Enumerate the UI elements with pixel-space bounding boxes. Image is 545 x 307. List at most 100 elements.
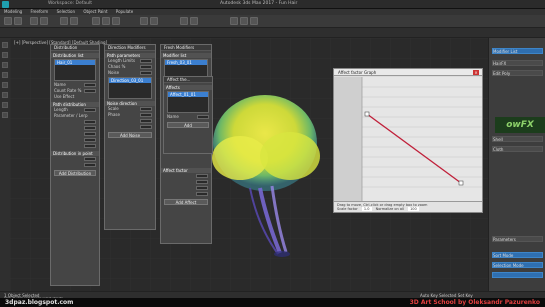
render-icon[interactable] xyxy=(250,17,258,25)
parameters-label: Parameters xyxy=(493,237,516,242)
panel-title[interactable]: Direction Modifiers xyxy=(105,45,155,51)
mirror-icon[interactable] xyxy=(180,17,188,25)
tool-icon[interactable] xyxy=(2,92,8,98)
param-field[interactable] xyxy=(84,126,96,130)
count-label: Count Rate % xyxy=(54,88,82,93)
param-row xyxy=(161,191,211,197)
name-field[interactable] xyxy=(84,83,96,87)
material-editor-icon[interactable] xyxy=(230,17,238,25)
app-logo-icon[interactable] xyxy=(2,1,9,8)
param-field[interactable] xyxy=(196,174,208,178)
tool-icon[interactable] xyxy=(2,42,8,48)
param-field[interactable] xyxy=(140,125,152,129)
param-field[interactable] xyxy=(84,132,96,136)
modifier-stack-label: HairFX xyxy=(493,61,507,66)
graph-title: Affect factor Graph xyxy=(338,70,377,75)
param-field[interactable] xyxy=(84,138,96,142)
noise-row: Noise xyxy=(105,70,155,76)
title-bar: Autodesk 3ds Max 2017 - Fun Hair Workspa… xyxy=(0,0,545,9)
section-header[interactable]: Modifier list xyxy=(161,53,211,58)
param-field[interactable] xyxy=(196,186,208,190)
scale-field[interactable] xyxy=(140,107,152,111)
panel-title[interactable]: Distribution xyxy=(51,45,99,51)
noise-field[interactable] xyxy=(140,71,152,75)
scale-factor-value[interactable]: 1.0 xyxy=(361,207,372,211)
add-noise-button[interactable]: Add Noise xyxy=(108,132,152,138)
curve-end-handle[interactable] xyxy=(458,180,464,186)
snap-icon[interactable] xyxy=(140,17,148,25)
workspace-label[interactable]: Workspace: Default xyxy=(48,1,92,6)
modifier-stack-label: Shell xyxy=(493,137,503,142)
phase-field[interactable] xyxy=(140,113,152,117)
graph-titlebar[interactable]: Affect factor Graph × xyxy=(334,69,482,76)
param-field[interactable] xyxy=(84,163,96,167)
affect-list[interactable]: Affect_01_01 xyxy=(167,91,209,113)
graph-footer: Drag to move, Ctrl-click or drag empty b… xyxy=(334,201,482,212)
select-region-icon[interactable] xyxy=(70,17,78,25)
param-field[interactable] xyxy=(84,120,96,124)
direction-list[interactable]: Direction_03_01 xyxy=(108,77,152,99)
param-row xyxy=(51,162,99,168)
panel-title[interactable]: Affect the... xyxy=(164,77,212,83)
chaos-field[interactable] xyxy=(140,65,152,69)
render-setup-icon[interactable] xyxy=(240,17,248,25)
name-field[interactable] xyxy=(197,115,209,119)
command-panel: Modifier List HairFX Edit Poly Shell Clo… xyxy=(488,38,545,291)
close-icon[interactable]: × xyxy=(473,70,479,75)
move-icon[interactable] xyxy=(92,17,100,25)
align-icon[interactable] xyxy=(190,17,198,25)
school-credit: 3D Art School by Oleksandr Pazurenko xyxy=(409,299,540,306)
param-field[interactable] xyxy=(196,192,208,196)
scale-factor-label: Scale factor xyxy=(337,207,358,211)
noise-label: Noise xyxy=(108,70,120,75)
link-icon[interactable] xyxy=(30,17,38,25)
length-field[interactable] xyxy=(140,59,152,63)
redo-icon[interactable] xyxy=(14,17,22,25)
param-field[interactable] xyxy=(196,180,208,184)
param-field[interactable] xyxy=(84,144,96,148)
select-icon[interactable] xyxy=(60,17,68,25)
param-field[interactable] xyxy=(140,119,152,123)
add-button[interactable]: Add xyxy=(167,122,209,128)
scale-icon[interactable] xyxy=(112,17,120,25)
modifier-stack-label: Cloth xyxy=(493,147,504,152)
section-header[interactable]: Affects xyxy=(164,85,212,90)
unlink-icon[interactable] xyxy=(40,17,48,25)
video-footer: 3dpaz.blogspot.com 3D Art School by Olek… xyxy=(0,298,545,307)
tool-icon[interactable] xyxy=(2,112,8,118)
rotate-icon[interactable] xyxy=(102,17,110,25)
length-label: Length Limits xyxy=(108,58,136,63)
zoom-value[interactable]: 100 xyxy=(408,207,419,211)
list-item[interactable]: Direction_03_01 xyxy=(109,78,151,83)
param-field[interactable] xyxy=(84,157,96,161)
curve-start-handle[interactable] xyxy=(364,111,370,117)
undo-icon[interactable] xyxy=(4,17,12,25)
graph-canvas[interactable] xyxy=(334,77,482,201)
tool-icon[interactable] xyxy=(2,72,8,78)
distribution-list[interactable]: Hair_01 xyxy=(54,59,96,81)
list-item[interactable]: Affect_01_01 xyxy=(168,92,208,97)
selection-mode-label: Selection Mode xyxy=(493,263,524,268)
tool-icon[interactable] xyxy=(2,62,8,68)
section-header[interactable]: Distribution list xyxy=(51,53,99,58)
length-field[interactable] xyxy=(84,108,96,112)
list-item[interactable]: Fresh_03_01 xyxy=(165,60,207,65)
tool-icon[interactable] xyxy=(2,82,8,88)
tool-icon[interactable] xyxy=(2,52,8,58)
param-row xyxy=(51,143,99,149)
params-label: Parameter / Lerp xyxy=(54,113,88,118)
list-item[interactable]: Hair_01 xyxy=(55,60,95,65)
add-affect-button[interactable]: Add Affect xyxy=(164,199,208,205)
option-button[interactable] xyxy=(492,272,543,278)
param-row xyxy=(105,124,155,130)
panel-title[interactable]: Fresh Modifiers xyxy=(161,45,211,51)
count-field[interactable] xyxy=(84,89,96,93)
main-toolbar xyxy=(0,15,545,28)
use-effect-row[interactable]: Use Effect xyxy=(51,94,99,100)
add-distribution-button[interactable]: Add Distribution xyxy=(54,170,96,176)
zoom-label: Normalize on all xyxy=(375,207,404,211)
tool-icon[interactable] xyxy=(2,102,8,108)
length-label: Length xyxy=(54,107,68,112)
affect-panel: Affect the... Affects Affect_01_01 Name … xyxy=(163,76,213,154)
angle-snap-icon[interactable] xyxy=(150,17,158,25)
